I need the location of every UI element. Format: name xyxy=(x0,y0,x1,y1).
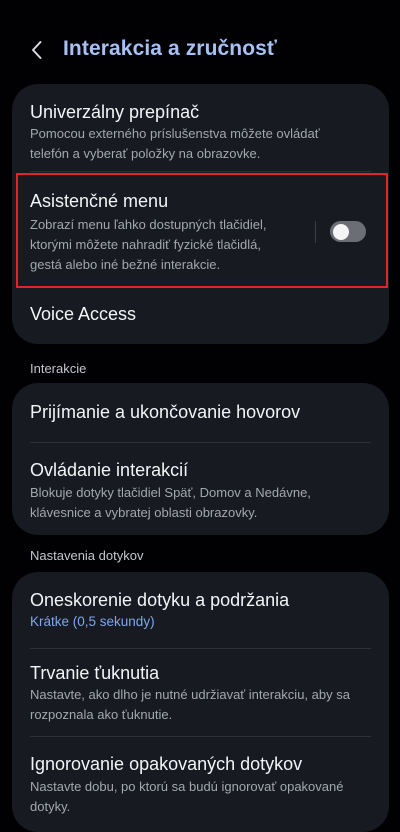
universal-switch-title: Univerzálny prepínač xyxy=(30,102,200,122)
page-title: Interakcia a zručnosť xyxy=(63,37,278,60)
assistant-menu-subtitle-3: gestá alebo iné bežné interakcie. xyxy=(30,257,221,272)
voice-access-item[interactable]: Voice Access xyxy=(12,287,389,344)
universal-switch-subtitle-2: telefón a vyberať položky na obrazovke. xyxy=(30,146,261,161)
tap-duration-subtitle-2: rozpoznala ako ťuknutie. xyxy=(30,707,173,722)
calls-title: Prijímanie a ukončovanie hovorov xyxy=(30,402,301,422)
settings-card-interaction: Prijímanie a ukončovanie hovorov Ovládan… xyxy=(12,383,389,535)
assistant-menu-toggle[interactable] xyxy=(330,221,366,242)
calls-item[interactable]: Prijímanie a ukončovanie hovorov xyxy=(12,383,389,442)
tap-duration-subtitle-1: Nastavte, ako dlho je nutné udržiavať in… xyxy=(30,687,350,702)
interaction-control-title: Ovládanie interakcií xyxy=(30,460,189,480)
tap-duration-item[interactable]: Trvanie ťuknutia Nastavte, ako dlho je n… xyxy=(12,649,389,736)
universal-switch-subtitle-1: Pomocou externého príslušenstva môžete o… xyxy=(30,126,320,141)
interaction-control-item[interactable]: Ovládanie interakcií Blokuje dotyky tlač… xyxy=(12,443,389,535)
ignore-repeated-item[interactable]: Ignorovanie opakovaných dotykov Nastavte… xyxy=(12,737,389,832)
ignore-repeated-subtitle-2: dotyky. xyxy=(30,799,71,814)
assistant-menu-subtitle-2: ktorými môžete nahradiť fyzické tlačidlá… xyxy=(30,237,262,252)
assistant-menu-subtitle-1: Zobrazí menu ľahko dostupných tlačidiel, xyxy=(30,217,267,232)
settings-card-touch: Oneskorenie dotyku a podržania Krátke (0… xyxy=(12,572,389,832)
back-button[interactable] xyxy=(26,38,50,62)
interaction-control-subtitle-2: klávesnice a vybratej oblasti obrazovky. xyxy=(30,505,258,520)
section-label-touch: Nastavenia dotykov xyxy=(30,548,144,563)
voice-access-title: Voice Access xyxy=(30,304,137,324)
universal-switch-item[interactable]: Univerzálny prepínač Pomocou externého p… xyxy=(12,84,389,171)
toggle-separator xyxy=(315,221,316,243)
section-label-interaction: Interakcie xyxy=(30,361,87,376)
touch-delay-title: Oneskorenie dotyku a podržania xyxy=(30,590,290,610)
tap-duration-title: Trvanie ťuknutia xyxy=(30,663,160,683)
ignore-repeated-title: Ignorovanie opakovaných dotykov xyxy=(30,754,303,774)
app-header: Interakcia a zručnosť xyxy=(0,22,400,78)
chevron-left-icon xyxy=(32,41,42,59)
touch-delay-value: Krátke (0,5 sekundy) xyxy=(30,614,155,629)
assistant-menu-title: Asistenčné menu xyxy=(30,191,169,211)
interaction-control-subtitle-1: Blokuje dotyky tlačidiel Späť, Domov a N… xyxy=(30,485,311,500)
settings-card-main: Univerzálny prepínač Pomocou externého p… xyxy=(12,84,389,344)
ignore-repeated-subtitle-1: Nastavte dobu, po ktorú sa budú ignorova… xyxy=(30,779,344,794)
toggle-knob xyxy=(333,223,349,240)
touch-delay-item[interactable]: Oneskorenie dotyku a podržania Krátke (0… xyxy=(12,572,389,648)
